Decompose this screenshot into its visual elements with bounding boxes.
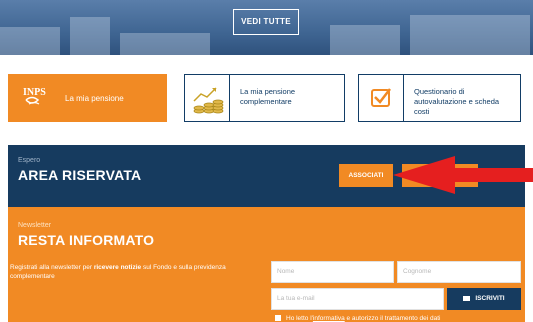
red-arrow-icon — [393, 156, 533, 194]
inps-logo-icon: INPS — [20, 82, 50, 117]
section-subtitle: Newsletter — [18, 222, 52, 229]
privacy-consent: Ho letto l'informativa e autorizzo il tr… — [275, 315, 440, 322]
hero-banner: VEDI TUTTE — [0, 0, 533, 55]
vedi-tutte-button[interactable]: VEDI TUTTE — [233, 9, 299, 35]
quick-links: INPS La mia pensione La mia pensione com… — [0, 74, 533, 124]
card-label: Questionario di autovalutazione e scheda… — [414, 87, 514, 117]
privacy-checkbox[interactable] — [275, 315, 281, 322]
card-label: La mia pensione — [65, 94, 124, 103]
section-title: RESTA INFORMATO — [18, 232, 155, 248]
iscriviti-label: ISCRIVITI — [475, 295, 505, 302]
card-label: La mia pensione complementare — [240, 87, 340, 107]
nome-input[interactable]: Nome — [271, 261, 394, 283]
card-label-line2: autovalutazione e scheda costi — [414, 97, 500, 116]
coins-chart-icon — [185, 75, 230, 121]
associati-button[interactable]: ASSOCIATI — [339, 164, 393, 187]
checkbox-check-icon — [359, 75, 404, 121]
section-title: AREA RISERVATA — [18, 167, 142, 183]
desc-prefix: Registrati alla newsletter per — [10, 264, 94, 271]
card-pensione-complementare[interactable]: La mia pensione complementare — [184, 74, 345, 122]
desc-bold: ricevere notizie — [93, 264, 142, 271]
privacy-suffix: e autorizzo il trattamento dei dati — [344, 315, 441, 322]
card-label-line2: complementare — [240, 97, 292, 106]
iscriviti-button[interactable]: ISCRIVITI — [447, 288, 521, 310]
card-la-mia-pensione[interactable]: INPS La mia pensione — [8, 74, 167, 122]
privacy-prefix: Ho letto l' — [286, 315, 313, 322]
hero-building-shape — [70, 17, 110, 55]
section-subtitle: Espero — [18, 157, 41, 164]
hero-building-shape — [410, 15, 530, 55]
privacy-link[interactable]: informativa — [313, 315, 345, 322]
newsletter-section: Newsletter RESTA INFORMATO Registrati al… — [8, 207, 525, 322]
card-label-line1: La mia pensione — [240, 87, 296, 96]
email-input[interactable]: La tua e-mail — [271, 288, 444, 310]
card-label-line1: Questionario di — [414, 87, 465, 96]
inps-logo-text: INPS — [23, 87, 46, 98]
card-questionario[interactable]: Questionario di autovalutazione e scheda… — [358, 74, 521, 122]
hero-building-shape — [330, 25, 400, 55]
newsletter-description: Registrati alla newsletter per ricevere … — [10, 263, 235, 281]
hero-building-shape — [120, 33, 210, 55]
cognome-input[interactable]: Cognome — [397, 261, 521, 283]
mail-icon — [463, 295, 471, 301]
hero-building-shape — [0, 27, 60, 55]
